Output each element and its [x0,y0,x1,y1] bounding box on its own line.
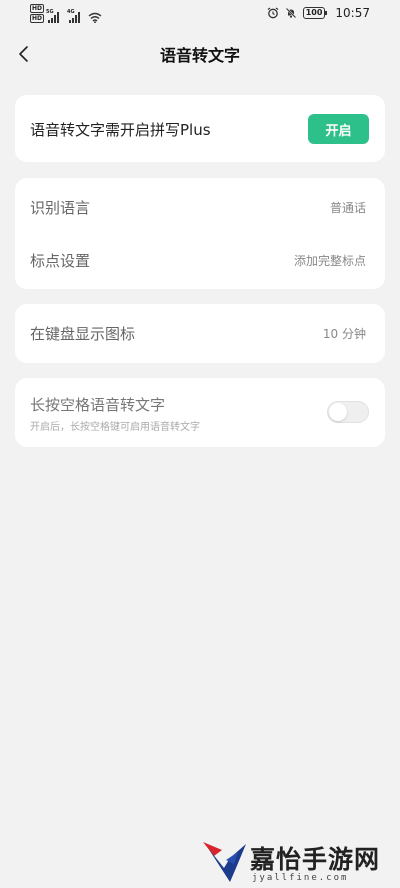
keyboard-icon-label: 在键盘显示图标 [30,325,136,343]
watermark-text: 嘉怡手游网 [250,845,381,874]
keyboard-icon-value: 10 分钟 [322,327,366,341]
wifi-icon [88,12,102,23]
status-left: HD HD 5G 4G [30,4,102,23]
signal-icon-1: 5G [46,9,60,23]
network-type-1: 5G [46,9,54,15]
setting-row-keyboard-icon[interactable]: 在键盘显示图标 10 分钟 [15,304,385,363]
enable-plus-button[interactable]: 开启 [308,114,369,144]
battery-icon: 100 [302,7,328,19]
long-press-subtitle: 开启后，长按空格键可启用语音转文字 [30,422,200,433]
alarm-icon [267,7,279,19]
long-press-card: 长按空格语音转文字 开启后，长按空格键可启用语音转文字 [15,378,385,447]
long-press-toggle[interactable] [327,401,369,423]
watermark-url: jyallfine.com [252,873,349,883]
watermark: 嘉怡手游网 jyallfine.com [200,838,395,886]
sim-indicators: HD HD [30,4,45,23]
toggle-knob [329,403,347,421]
spell-plus-label: 语音转文字需开启拼写Plus [30,121,211,139]
spell-plus-card: 语音转文字需开启拼写Plus 开启 [15,95,385,162]
hd-badge-2: HD [30,14,45,23]
status-bar: HD HD 5G 4G 100 10:57 [0,0,400,28]
language-value: 普通话 [329,200,366,215]
setting-row-language[interactable]: 识别语言 普通话 [15,178,385,236]
signal-icon-2: 4G [67,9,81,23]
page-title: 语音转文字 [159,46,240,65]
long-press-title: 长按空格语音转文字 [30,396,166,414]
keyboard-icon-card: 在键盘显示图标 10 分钟 [15,304,385,363]
mute-bell-icon [285,7,296,19]
setting-row-punctuation[interactable]: 标点设置 添加完整标点 [15,234,385,286]
status-right: 100 10:57 [267,6,370,20]
hd-badge-1: HD [30,4,45,13]
recognition-settings-card: 识别语言 普通话 标点设置 添加完整标点 [15,178,385,289]
punctuation-value: 添加完整标点 [293,253,366,268]
punctuation-label: 标点设置 [30,251,91,270]
clock: 10:57 [335,6,370,20]
language-label: 识别语言 [30,198,91,217]
network-type-2: 4G [67,9,75,15]
top-bar: 语音转文字 [0,30,400,78]
watermark-logo-icon [203,842,246,882]
